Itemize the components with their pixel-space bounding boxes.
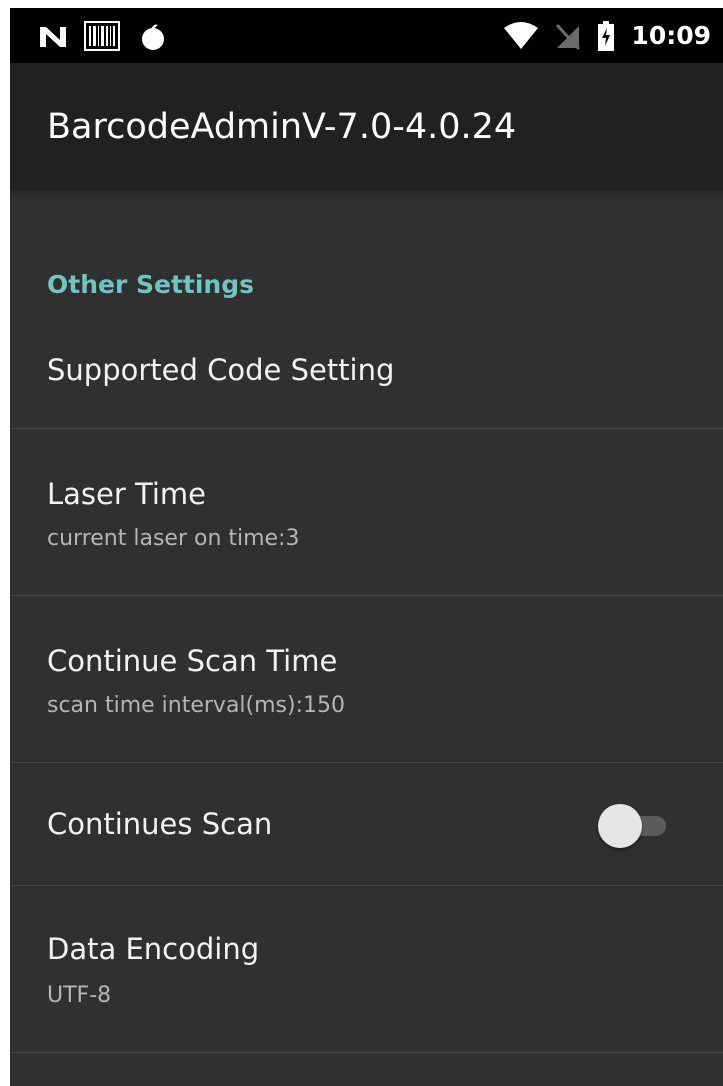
pref-title: Continues Scan xyxy=(47,807,273,841)
status-time: 10:09 xyxy=(631,21,711,50)
pref-summary: UTF-8 xyxy=(47,983,112,1008)
pref-title: Continue Scan Time xyxy=(47,644,338,678)
status-bar: 10:09 xyxy=(10,8,723,63)
status-bar-system: 10:09 xyxy=(503,20,711,51)
section-header-other-settings: Other Settings xyxy=(47,270,254,299)
wifi-icon xyxy=(503,21,539,50)
status-bar-notifications xyxy=(36,20,168,51)
switch-thumb xyxy=(598,804,642,848)
pref-summary: scan time interval(ms):150 xyxy=(47,693,346,718)
pref-laser-time[interactable]: Laser Time current laser on time:3 xyxy=(10,429,723,596)
battery-charging-icon xyxy=(597,20,615,51)
pref-summary: current laser on time:3 xyxy=(47,526,300,551)
pref-title: Supported Code Setting xyxy=(47,353,395,387)
pref-title: Data Encoding xyxy=(47,932,260,966)
pref-data-encoding[interactable]: Data Encoding UTF-8 xyxy=(10,886,723,1053)
pref-supported-code-setting[interactable]: Supported Code Setting xyxy=(10,313,723,429)
no-sim-icon xyxy=(555,22,581,50)
flame-icon xyxy=(138,21,168,51)
app-bar-shadow xyxy=(10,190,723,198)
barcode-icon xyxy=(84,20,120,51)
continues-scan-switch[interactable] xyxy=(598,804,668,848)
device-screen: 10:09 BarcodeAdminV-7.0-4.0.24 Other Set… xyxy=(10,8,723,1086)
pref-continue-scan-time[interactable]: Continue Scan Time scan time interval(ms… xyxy=(10,596,723,763)
nfc-n-icon xyxy=(36,23,70,49)
app-bar: BarcodeAdminV-7.0-4.0.24 xyxy=(10,63,723,190)
pref-title: Laser Time xyxy=(47,477,206,511)
app-title: BarcodeAdminV-7.0-4.0.24 xyxy=(47,107,517,147)
pref-continues-scan[interactable]: Continues Scan xyxy=(10,763,723,886)
